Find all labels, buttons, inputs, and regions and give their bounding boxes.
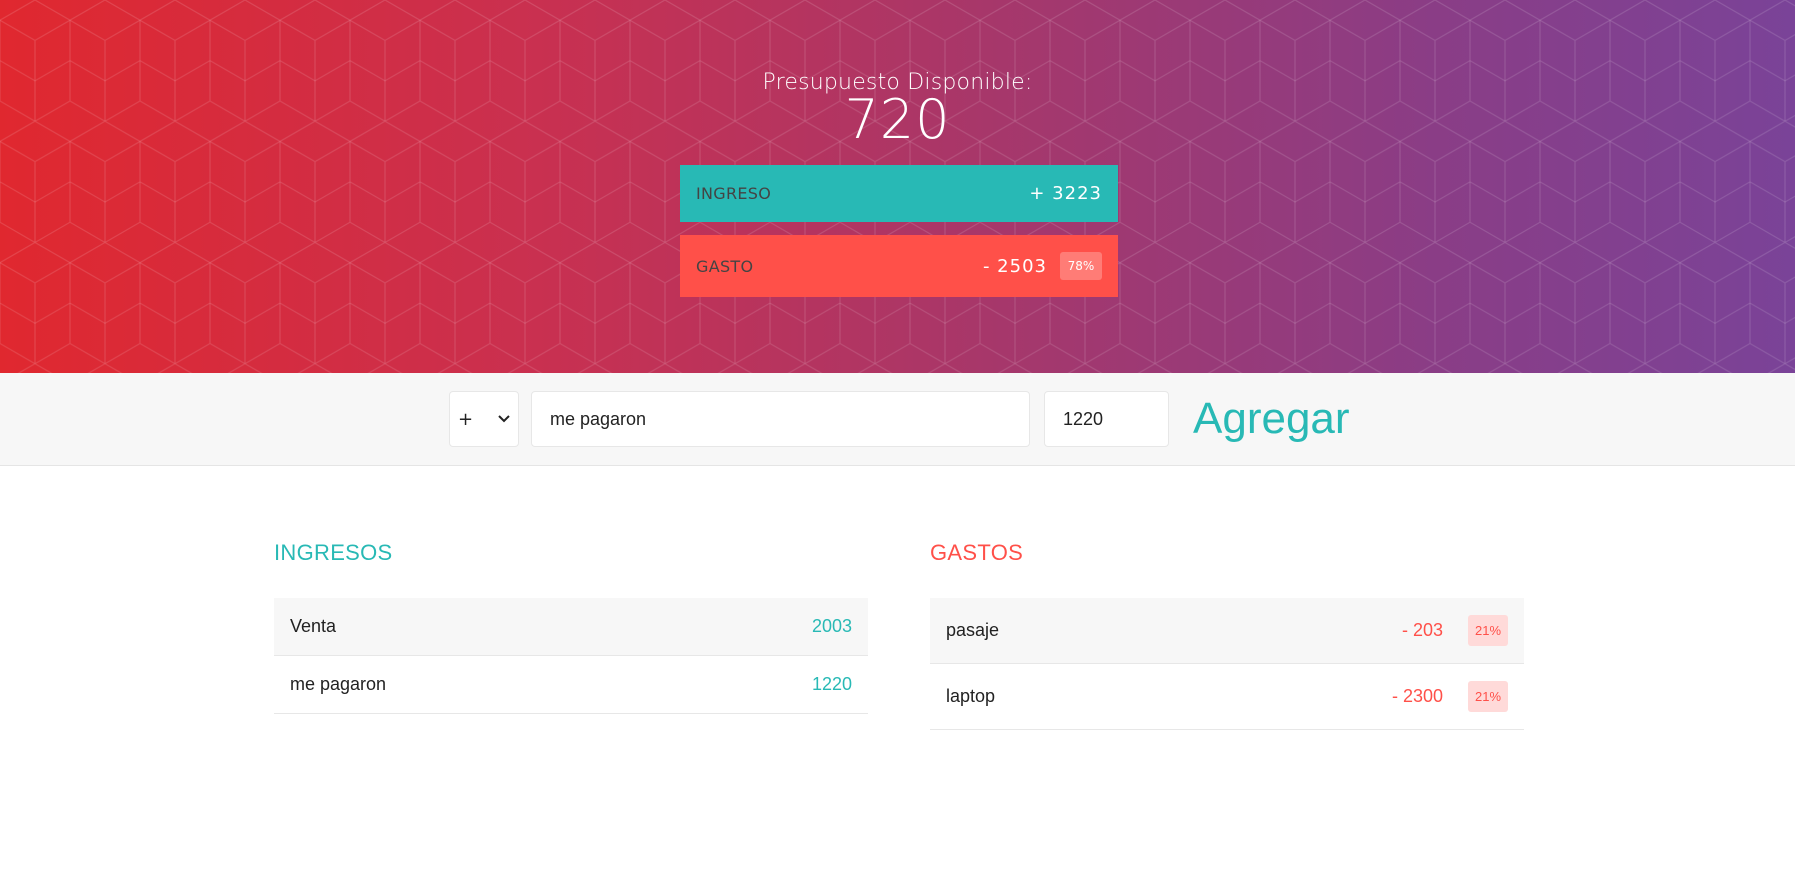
amount-input-value: 1220 [1063,408,1104,429]
budget-value: 720 [844,88,951,151]
expense-item[interactable]: pasaje - 203 21% [930,598,1524,664]
chevron-down-icon [498,412,510,427]
add-entry-bar: + me pagaron 1220 Agregar [0,373,1795,466]
description-input[interactable]: me pagaron [531,391,1030,447]
income-list: Ingresos Venta 2003 me pagaron 1220 [274,540,868,714]
type-select[interactable]: + [449,391,519,447]
description-input-value: me pagaron [550,408,647,429]
income-item-value: 2003 [811,616,852,636]
income-item-value: 1220 [811,674,852,694]
expense-item-description: laptop [946,686,996,706]
income-summary-label: Ingreso [696,184,772,203]
amount-input[interactable]: 1220 [1044,391,1169,447]
expense-item-percentage: 21% [1468,681,1508,712]
income-rows: Venta 2003 me pagaron 1220 [274,598,868,714]
type-select-value: + [458,408,474,430]
expense-summary: Gasto - 2503 78% [680,235,1118,297]
expense-item-value: - 203 [1401,620,1443,640]
expense-list-title: Gastos [930,540,1024,565]
income-item-description: Venta [290,616,337,636]
expense-item[interactable]: laptop - 2300 21% [930,664,1524,730]
income-item-description: me pagaron [290,674,387,694]
income-summary-value: + 3223 [1029,183,1102,204]
budget-header: Presupuesto Disponible: 720 Ingreso + 32… [0,0,1795,373]
income-item[interactable]: me pagaron 1220 [274,656,868,714]
expense-list: Gastos pasaje - 203 21% laptop - 2300 21… [930,540,1524,730]
expense-summary-label: Gasto [696,256,754,276]
income-item[interactable]: Venta 2003 [274,598,868,656]
expense-item-description: pasaje [946,620,1000,640]
expense-item-percentage: 21% [1468,615,1508,646]
expense-summary-value: - 2503 [982,255,1047,277]
expense-item-value: - 2300 [1391,686,1443,706]
expense-rows: pasaje - 203 21% laptop - 2300 21% [930,598,1524,730]
add-button[interactable]: Agregar [1193,389,1350,449]
income-summary: Ingreso + 3223 [680,165,1118,222]
expense-percentage-badge: 78% [1060,252,1102,280]
income-list-title: Ingresos [274,540,393,565]
